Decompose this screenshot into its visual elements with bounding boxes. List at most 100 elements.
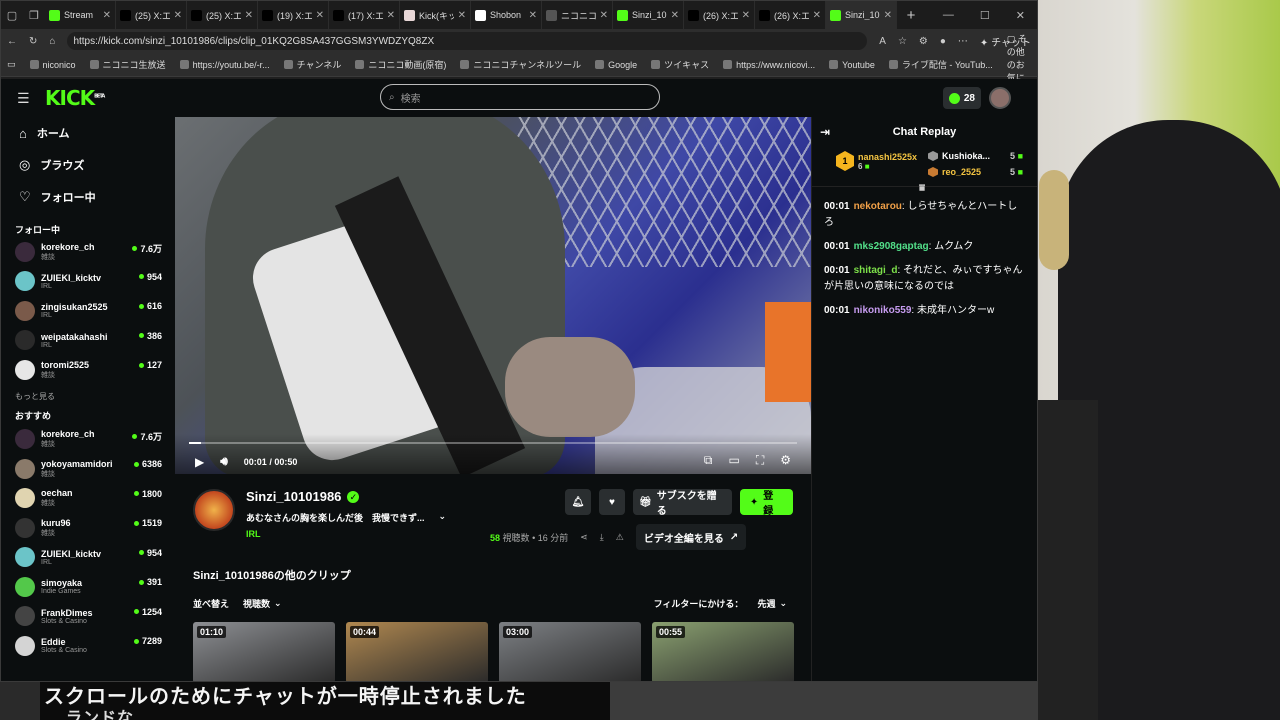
chevron-down-icon[interactable]: ⌄ bbox=[439, 511, 447, 524]
channel-item[interactable]: zingisukan2525 IRL 616 bbox=[1, 296, 173, 326]
play-icon[interactable]: ▶ bbox=[195, 455, 204, 469]
channel-item[interactable]: Eddie Slots & Casino 7289 bbox=[1, 631, 173, 661]
collapse-chat-icon[interactable]: ⇥ bbox=[820, 125, 830, 139]
bookmark-item[interactable]: ツイキャス bbox=[651, 58, 709, 71]
tab-close-icon[interactable]: ✕ bbox=[245, 10, 253, 21]
tab-close-icon[interactable]: ✕ bbox=[103, 10, 111, 21]
channel-item[interactable]: korekore_ch 雑談 7.6万 bbox=[1, 237, 173, 267]
clip-thumbnail[interactable]: 00:55 bbox=[652, 622, 794, 681]
gift-subscription-button[interactable]: 🎁︎ サブスクを贈る bbox=[633, 489, 732, 517]
clip-thumbnail[interactable]: 03:00 bbox=[499, 622, 641, 681]
message-username[interactable]: nekotarou bbox=[854, 201, 902, 212]
bookmark-item[interactable]: ニコニコ生放送 bbox=[89, 58, 166, 71]
channel-item[interactable]: korekore_ch 雑談 7.6万 bbox=[1, 425, 173, 455]
channel-item[interactable]: oechan 雑談 1800 bbox=[1, 484, 173, 514]
see-more-link[interactable]: もっと見る bbox=[1, 385, 173, 407]
extensions-icon[interactable]: ⚙ bbox=[919, 36, 928, 47]
volume-icon[interactable]: 🔊︎ bbox=[220, 454, 228, 469]
tab-close-icon[interactable]: ✕ bbox=[387, 10, 395, 21]
channel-item[interactable]: kuru96 雑談 1519 bbox=[1, 513, 173, 543]
channel-item[interactable]: ZUIEKI_kicktv IRL 954 bbox=[1, 543, 173, 573]
leader-name[interactable]: nanashi2525x bbox=[858, 152, 917, 162]
tab-close-icon[interactable]: ✕ bbox=[884, 10, 892, 21]
message-username[interactable]: nikoniko559 bbox=[854, 305, 912, 316]
tab-close-icon[interactable]: ✕ bbox=[742, 10, 750, 21]
bookmark-item[interactable]: niconico bbox=[29, 58, 76, 71]
workspaces-icon[interactable]: ❐ bbox=[23, 9, 45, 22]
close-window-icon[interactable]: ✕ bbox=[1016, 9, 1025, 22]
channel-item[interactable]: yokoyamamidori 雑談 6386 bbox=[1, 454, 173, 484]
browser-tab[interactable]: (25) X:エー ✕ bbox=[116, 1, 187, 29]
clip-thumbnail[interactable]: 00:44 bbox=[346, 622, 488, 681]
leader-name[interactable]: Kushioka... bbox=[942, 151, 990, 161]
bookmark-item[interactable]: https://youtu.be/-r... bbox=[179, 58, 270, 71]
url-field[interactable]: https://kick.com/sinzi_10101986/clips/cl… bbox=[67, 32, 868, 50]
bookmark-item[interactable]: チャンネル bbox=[283, 58, 341, 71]
browser-tab[interactable]: (26) X:エー ✕ bbox=[684, 1, 755, 29]
minimize-icon[interactable]: — bbox=[943, 9, 954, 22]
report-icon[interactable]: ⚠ bbox=[616, 532, 624, 543]
fullscreen-icon[interactable]: ⛶ bbox=[756, 453, 764, 468]
notification-bell-button[interactable]: 🔔︎ bbox=[565, 489, 591, 515]
bookmark-item[interactable]: ニコニコ動画(原宿) bbox=[355, 58, 446, 71]
filter-select[interactable]: 先週 ⌄ bbox=[751, 593, 793, 613]
browser-tab[interactable]: (19) X:エー ✕ bbox=[258, 1, 329, 29]
settings-icon[interactable]: ⚙ bbox=[780, 453, 791, 468]
home-browser-icon[interactable]: ⌂ bbox=[49, 36, 55, 47]
browser-tab[interactable]: Sinzi_10 ✕ bbox=[613, 1, 684, 29]
read-aloud-icon[interactable]: A bbox=[879, 36, 886, 47]
sidebar-nav-item[interactable]: ⌂ ホーム bbox=[1, 117, 173, 149]
browser-tab[interactable]: (26) X:エー ✕ bbox=[755, 1, 826, 29]
tab-close-icon[interactable]: ✕ bbox=[600, 10, 608, 21]
menu-icon[interactable]: ☰ bbox=[17, 90, 31, 107]
browser-tab[interactable]: ニコニコ生 ✕ bbox=[542, 1, 613, 29]
expand-leaderboard-icon[interactable]: ⩸ bbox=[919, 183, 925, 194]
search-input[interactable]: ⌕ 検索 bbox=[380, 84, 660, 110]
browser-tab[interactable]: Sinzi_10 ✕ bbox=[826, 1, 897, 29]
browser-tab[interactable]: (17) X:エー ✕ bbox=[329, 1, 400, 29]
clip-thumbnail[interactable]: 01:10 bbox=[193, 622, 335, 681]
profile-avatar[interactable]: ● bbox=[940, 36, 946, 47]
tab-close-icon[interactable]: ✕ bbox=[671, 10, 679, 21]
channel-item[interactable]: ZUIEKI_kicktv IRL 954 bbox=[1, 267, 173, 297]
leader-name[interactable]: reo_2525 bbox=[942, 167, 981, 177]
user-avatar[interactable] bbox=[989, 87, 1011, 109]
video-progress-bar[interactable] bbox=[189, 442, 797, 444]
download-icon[interactable]: ⤓ bbox=[600, 532, 604, 543]
browser-tab[interactable]: (25) X:エー ✕ bbox=[187, 1, 258, 29]
follow-heart-button[interactable]: ♥ bbox=[599, 489, 625, 515]
pip-icon[interactable]: ⧉ bbox=[704, 453, 713, 468]
maximize-icon[interactable]: ☐ bbox=[980, 9, 990, 22]
channel-item[interactable]: toromi2525 雑談 127 bbox=[1, 355, 173, 385]
tab-close-icon[interactable]: ✕ bbox=[316, 10, 324, 21]
message-username[interactable]: mks2908gaptag bbox=[854, 241, 929, 252]
tab-close-icon[interactable]: ✕ bbox=[458, 10, 466, 21]
streamer-avatar[interactable] bbox=[193, 489, 235, 531]
full-video-button[interactable]: ビデオ全編を見る ↗ bbox=[635, 524, 747, 550]
bookmark-item[interactable]: Google bbox=[595, 58, 637, 71]
reading-list-icon[interactable]: ▭ bbox=[7, 59, 16, 70]
browser-tab[interactable]: Shobon ✕ bbox=[471, 1, 542, 29]
favorite-star-icon[interactable]: ☆ bbox=[898, 36, 907, 47]
browser-tab[interactable]: Kick(キッ ✕ bbox=[400, 1, 471, 29]
theater-mode-icon[interactable]: ▭ bbox=[728, 453, 739, 468]
channel-item[interactable]: weipatakahashi IRL 386 bbox=[1, 326, 173, 356]
sort-select[interactable]: 視聴数 ⌄ bbox=[237, 593, 288, 613]
channel-item[interactable]: FrankDimes Slots & Casino 1254 bbox=[1, 602, 173, 632]
menu-dots-icon[interactable]: ⋯ bbox=[958, 36, 968, 47]
share-icon[interactable]: ⋖ bbox=[580, 532, 588, 543]
stream-category[interactable]: IRL bbox=[246, 529, 261, 539]
tab-close-icon[interactable]: ✕ bbox=[174, 10, 182, 21]
bookmark-item[interactable]: ライブ配信 - YouTub... bbox=[888, 58, 993, 71]
back-icon[interactable]: ← bbox=[7, 36, 17, 47]
sidebar-nav-item[interactable]: ♡ フォロー中 bbox=[1, 181, 173, 213]
message-username[interactable]: shitagi_d bbox=[854, 265, 898, 276]
kicks-balance[interactable]: 28 bbox=[942, 87, 981, 109]
refresh-icon[interactable]: ↻ bbox=[29, 36, 37, 47]
tab-actions-icon[interactable]: ▢ bbox=[1, 9, 23, 22]
kick-logo[interactable]: KICKBETA bbox=[45, 86, 105, 110]
channel-item[interactable]: simoyaka Indie Games 391 bbox=[1, 572, 173, 602]
video-player[interactable]: ▶ 🔊︎ 00:01 / 00:50 ⧉ ▭ ⛶ ⚙ bbox=[175, 117, 811, 474]
new-tab-button[interactable]: + bbox=[897, 7, 925, 24]
bookmark-item[interactable]: Youtube bbox=[829, 58, 875, 71]
